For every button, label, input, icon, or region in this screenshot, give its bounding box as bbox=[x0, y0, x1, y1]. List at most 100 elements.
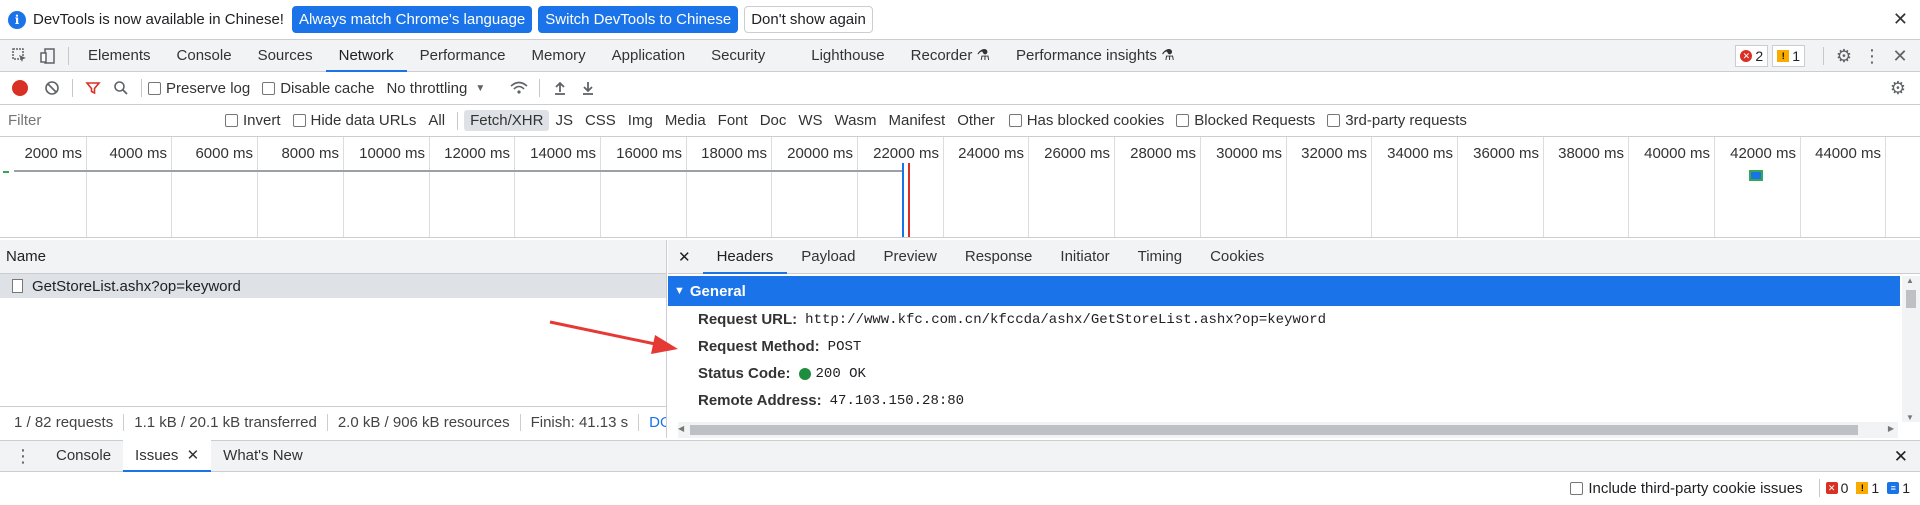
device-toolbar-icon[interactable] bbox=[34, 40, 62, 72]
tab-elements[interactable]: Elements bbox=[75, 40, 164, 72]
details-tab-payload[interactable]: Payload bbox=[787, 240, 869, 274]
filter-type-other[interactable]: Other bbox=[951, 110, 1001, 131]
invert-checkbox[interactable] bbox=[225, 114, 238, 127]
status-code-row: Status Code: 200 OK bbox=[668, 360, 1920, 387]
filter-type-all[interactable]: All bbox=[422, 110, 451, 131]
drawer-tab-issues[interactable]: Issues ✕ bbox=[123, 440, 212, 472]
status-code-key: Status Code: bbox=[698, 365, 791, 382]
network-conditions-icon[interactable] bbox=[505, 72, 533, 104]
scroll-right-icon[interactable]: ▶ bbox=[1888, 424, 1894, 433]
import-har-icon[interactable] bbox=[546, 72, 574, 104]
filter-type-font[interactable]: Font bbox=[712, 110, 754, 131]
chevron-down-icon[interactable]: ▼ bbox=[475, 83, 485, 94]
vertical-scrollbar[interactable]: ▲ ▼ bbox=[1902, 276, 1920, 422]
scroll-down-icon[interactable]: ▼ bbox=[1906, 413, 1914, 422]
tab-sources[interactable]: Sources bbox=[245, 40, 326, 72]
disable-cache-checkbox[interactable] bbox=[262, 81, 276, 95]
filter-type-doc[interactable]: Doc bbox=[754, 110, 793, 131]
blocked-requests-checkbox[interactable] bbox=[1176, 114, 1190, 127]
details-tab-timing[interactable]: Timing bbox=[1124, 240, 1196, 274]
export-har-icon[interactable] bbox=[574, 72, 602, 104]
timeline-tick-label: 34000 ms bbox=[1387, 145, 1453, 162]
tab-network[interactable]: Network bbox=[325, 40, 407, 72]
warning-count-badge[interactable]: ! 1 bbox=[1772, 45, 1805, 67]
drawer-menu-icon[interactable]: ⋮ bbox=[0, 446, 44, 467]
details-tab-response[interactable]: Response bbox=[951, 240, 1047, 274]
vertical-scroll-thumb[interactable] bbox=[1906, 290, 1916, 308]
switch-to-chinese-button[interactable]: Switch DevTools to Chinese bbox=[538, 6, 739, 33]
filter-type-fetch-xhr[interactable]: Fetch/XHR bbox=[464, 110, 550, 131]
filter-type-ws[interactable]: WS bbox=[792, 110, 828, 131]
status-transferred: 1.1 kB / 20.1 kB transferred bbox=[134, 414, 328, 431]
settings-gear-icon[interactable]: ⚙ bbox=[1830, 40, 1858, 72]
tab-security[interactable]: Security bbox=[698, 40, 778, 72]
details-tab-initiator[interactable]: Initiator bbox=[1046, 240, 1123, 274]
error-count-badge[interactable]: ✕ 2 bbox=[1735, 45, 1769, 67]
status-code-value: 200 OK bbox=[815, 365, 866, 382]
tab-application[interactable]: Application bbox=[599, 40, 698, 72]
preserve-log-checkbox[interactable] bbox=[148, 81, 161, 95]
tab-performance-insights[interactable]: Performance insights ⚗ bbox=[1003, 40, 1188, 72]
drawer-tab-whats-new[interactable]: What's New bbox=[211, 440, 315, 472]
status-resources: 2.0 kB / 906 kB resources bbox=[338, 414, 521, 431]
timeline-tick-label: 16000 ms bbox=[616, 145, 682, 162]
status-requests: 1 / 82 requests bbox=[14, 414, 125, 431]
request-list-pane: Name GetStoreList.ashx?op=keyword 1 / 82… bbox=[0, 240, 667, 438]
network-overview-timeline[interactable]: 2000 ms 4000 ms 6000 ms 8000 ms 10000 ms 1200… bbox=[0, 137, 1920, 238]
record-icon[interactable] bbox=[12, 80, 28, 96]
filter-type-css[interactable]: CSS bbox=[579, 110, 622, 131]
more-options-icon[interactable]: ⋮ bbox=[1858, 40, 1886, 72]
horizontal-scrollbar[interactable]: ◀ ▶ bbox=[678, 422, 1898, 438]
request-details-pane: ✕ Headers Payload Preview Response Initi… bbox=[668, 240, 1920, 438]
tab-lighthouse[interactable]: Lighthouse bbox=[798, 40, 897, 72]
filter-type-media[interactable]: Media bbox=[659, 110, 712, 131]
preserve-log-label: Preserve log bbox=[166, 79, 251, 97]
filter-type-wasm[interactable]: Wasm bbox=[829, 110, 883, 131]
throttling-select[interactable]: No throttling bbox=[386, 80, 467, 97]
details-tab-cookies[interactable]: Cookies bbox=[1196, 240, 1278, 274]
request-row[interactable]: GetStoreList.ashx?op=keyword bbox=[0, 274, 666, 298]
details-tab-preview[interactable]: Preview bbox=[870, 240, 951, 274]
filter-funnel-icon[interactable] bbox=[79, 72, 107, 104]
filter-type-img[interactable]: Img bbox=[622, 110, 659, 131]
timeline-tick-label: 12000 ms bbox=[444, 145, 510, 162]
name-column-header[interactable]: Name bbox=[0, 240, 666, 274]
invert-label: Invert bbox=[243, 112, 281, 129]
search-icon[interactable] bbox=[107, 72, 135, 104]
tab-recorder[interactable]: Recorder ⚗ bbox=[898, 40, 1003, 72]
horizontal-scroll-thumb[interactable] bbox=[690, 425, 1858, 435]
filter-input[interactable] bbox=[4, 109, 209, 132]
close-details-icon[interactable]: ✕ bbox=[668, 248, 703, 266]
dont-show-again-button[interactable]: Don't show again bbox=[744, 6, 873, 33]
has-blocked-cookies-checkbox[interactable] bbox=[1008, 114, 1022, 127]
filter-type-manifest[interactable]: Manifest bbox=[883, 110, 952, 131]
drawer-tab-console[interactable]: Console bbox=[44, 440, 123, 472]
timeline-tick-label: 10000 ms bbox=[359, 145, 425, 162]
tab-performance-insights-label: Performance insights bbox=[1015, 46, 1157, 64]
tab-performance[interactable]: Performance bbox=[407, 40, 519, 72]
infobar-close-icon[interactable]: ✕ bbox=[1893, 9, 1908, 30]
request-method-row: Request Method: POST bbox=[668, 333, 1920, 360]
error-count: 2 bbox=[1755, 48, 1764, 64]
issues-divider bbox=[1818, 479, 1820, 497]
close-tab-icon[interactable]: ✕ bbox=[187, 447, 200, 464]
network-settings-gear-icon[interactable]: ⚙ bbox=[1884, 72, 1912, 104]
timeline-tick-label: 46 bbox=[1883, 145, 1920, 162]
tab-console[interactable]: Console bbox=[164, 40, 245, 72]
include-third-party-checkbox[interactable] bbox=[1570, 481, 1584, 495]
third-party-requests-checkbox[interactable] bbox=[1327, 114, 1341, 127]
scroll-left-icon[interactable]: ◀ bbox=[678, 424, 684, 433]
details-tab-headers[interactable]: Headers bbox=[702, 240, 788, 274]
scroll-up-icon[interactable]: ▲ bbox=[1906, 276, 1914, 285]
hide-data-urls-checkbox[interactable] bbox=[292, 114, 306, 127]
clear-icon[interactable] bbox=[38, 72, 66, 104]
always-match-language-button[interactable]: Always match Chrome's language bbox=[291, 6, 533, 33]
general-section-header[interactable]: ▼ General bbox=[668, 276, 1900, 306]
issue-info-count: 1 bbox=[1902, 480, 1910, 496]
timeline-tick-label: 40000 ms bbox=[1644, 145, 1710, 162]
inspect-element-icon[interactable] bbox=[6, 40, 34, 72]
filter-type-js[interactable]: JS bbox=[549, 110, 579, 131]
close-devtools-icon[interactable]: ✕ bbox=[1886, 40, 1914, 72]
close-drawer-icon[interactable]: ✕ bbox=[1894, 447, 1908, 467]
tab-memory[interactable]: Memory bbox=[519, 40, 599, 72]
